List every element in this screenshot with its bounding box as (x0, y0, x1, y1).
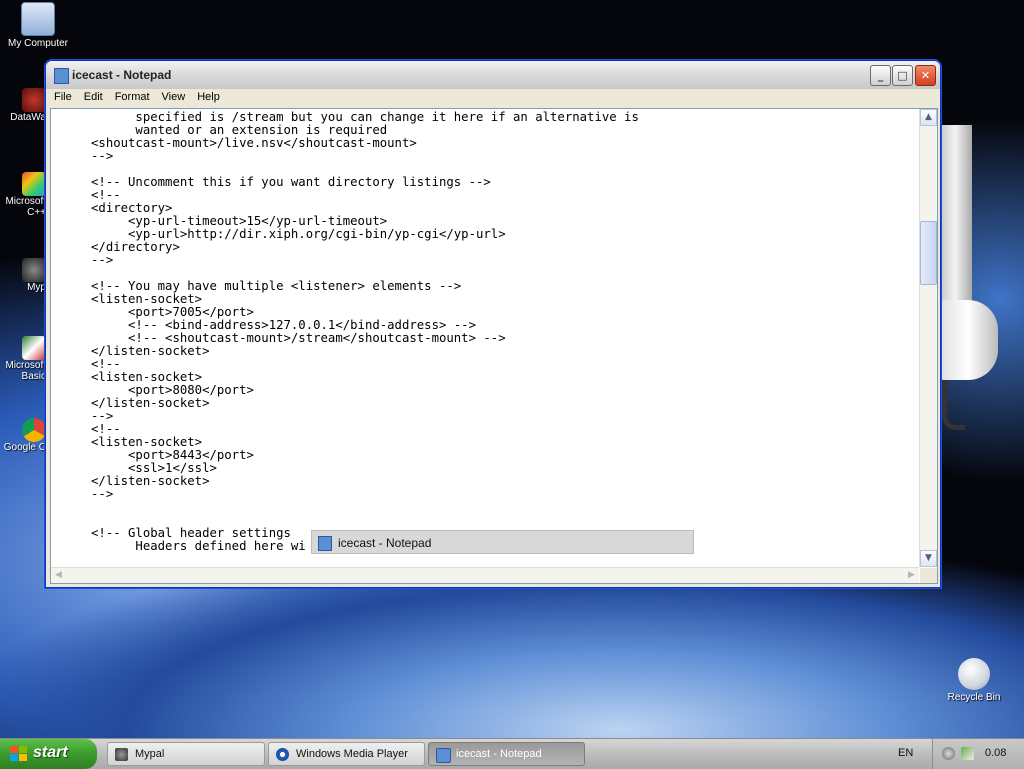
menu-format[interactable]: Format (109, 89, 156, 103)
scroll-thumb[interactable] (920, 221, 937, 285)
text-line: <yp-url>http://dir.xiph.org/cgi-bin/yp-c… (54, 227, 506, 241)
desktop-icon-label: Microsoft Basic (5, 360, 46, 382)
system-tray: 0.08 (932, 739, 1024, 769)
menu-bar: File Edit Format View Help (46, 89, 940, 108)
mypal-icon (22, 258, 46, 282)
text-line: </listen-socket> (54, 344, 210, 358)
tray-app-icon[interactable] (942, 747, 955, 760)
desktop-icon-label: My Computer (7, 38, 68, 49)
text-line: </listen-socket> (54, 396, 210, 410)
clock[interactable]: 0.08 (985, 747, 1006, 759)
text-line: <!-- (54, 188, 121, 202)
text-line: --> (54, 409, 114, 423)
title-bar[interactable]: icecast - Notepad _ □ ✕ (46, 61, 940, 89)
desktop-icon-datawa[interactable]: DataWa (0, 88, 46, 123)
text-line: --> (54, 487, 114, 501)
menu-help[interactable]: Help (191, 89, 226, 103)
taskbar-item-label: Windows Media Player (296, 748, 408, 760)
desktop-icon-label: Google C (3, 442, 46, 453)
text-line: </listen-socket> (54, 474, 210, 488)
taskbar-tooltip: icecast - Notepad (311, 530, 694, 554)
minimize-button[interactable]: _ (870, 65, 891, 86)
scroll-left-button[interactable]: ◀ (51, 568, 66, 583)
visual-cpp-icon (22, 172, 46, 196)
desktop-icon-recycle-bin[interactable]: Recycle Bin (936, 658, 1012, 703)
text-content[interactable]: specified is /stream but you can change … (51, 109, 919, 567)
notepad-icon (318, 536, 332, 551)
satellite-image (938, 125, 998, 430)
desktop-icon-google-chrome[interactable]: Google C (0, 418, 46, 453)
menu-view[interactable]: View (156, 89, 192, 103)
taskbar-item-mypal[interactable]: Mypal (107, 742, 265, 766)
menu-file[interactable]: File (48, 89, 78, 103)
recycle-bin-icon (958, 658, 990, 690)
mypal-icon (115, 748, 128, 761)
text-line: --> (54, 253, 114, 267)
window-title: icecast - Notepad (72, 68, 172, 82)
start-label: start (33, 744, 68, 761)
start-button[interactable]: start (0, 739, 97, 769)
taskbar: start Mypal Windows Media Player icecast… (0, 738, 1024, 769)
text-line: --> (54, 149, 114, 163)
taskbar-item-label: Mypal (135, 748, 165, 760)
visual-basic-icon (22, 336, 46, 360)
horizontal-scrollbar[interactable]: ◀ ▶ (51, 567, 919, 583)
taskbar-item-windows-media-player[interactable]: Windows Media Player (268, 742, 425, 766)
desktop-icon-label: Myp (27, 282, 46, 293)
desktop-icon-label: Microsoft C++ (5, 196, 46, 218)
language-indicator[interactable]: EN (898, 747, 913, 759)
text-editor[interactable]: specified is /stream but you can change … (50, 108, 938, 584)
desktop-icon-mypal[interactable]: Myp (0, 258, 46, 293)
notepad-icon (54, 68, 69, 84)
desktop-icon-my-computer[interactable]: My Computer (0, 2, 76, 49)
scroll-up-button[interactable]: ▲ (920, 109, 937, 126)
desktop-icon-microsoft-cpp[interactable]: Microsoft C++ (0, 172, 46, 218)
datawa-icon (22, 88, 46, 112)
maximize-button[interactable]: □ (892, 65, 913, 86)
scroll-right-button[interactable]: ▶ (904, 568, 919, 583)
scrollbar-corner (920, 568, 937, 583)
desktop-icon-label: DataWa (10, 112, 46, 123)
taskbar-item-icecast-notepad[interactable]: icecast - Notepad (428, 742, 585, 766)
close-button[interactable]: ✕ (915, 65, 936, 86)
vertical-scrollbar[interactable]: ▲ ▼ (919, 109, 937, 567)
notepad-window[interactable]: icecast - Notepad _ □ ✕ File Edit Format Vi… (45, 60, 941, 588)
menu-edit[interactable]: Edit (78, 89, 109, 103)
notepad-icon (436, 748, 451, 763)
text-line (54, 501, 919, 514)
text-line: <!-- Uncomment this if you want director… (54, 175, 491, 189)
desktop-icon-label: Recycle Bin (947, 692, 1001, 703)
windows-logo-icon (10, 746, 27, 762)
scroll-down-button[interactable]: ▼ (920, 550, 937, 567)
text-line: </directory> (54, 240, 180, 254)
taskbar-item-label: icecast - Notepad (456, 748, 542, 760)
text-line: <shoutcast-mount>/live.nsv</shoutcast-mo… (54, 136, 417, 150)
tooltip-label: icecast - Notepad (338, 536, 432, 550)
computer-icon (21, 2, 55, 36)
desktop-icon-microsoft-basic[interactable]: Microsoft Basic (0, 336, 46, 382)
media-player-icon (276, 748, 289, 761)
chrome-icon (22, 418, 46, 442)
network-icon[interactable] (961, 747, 974, 760)
